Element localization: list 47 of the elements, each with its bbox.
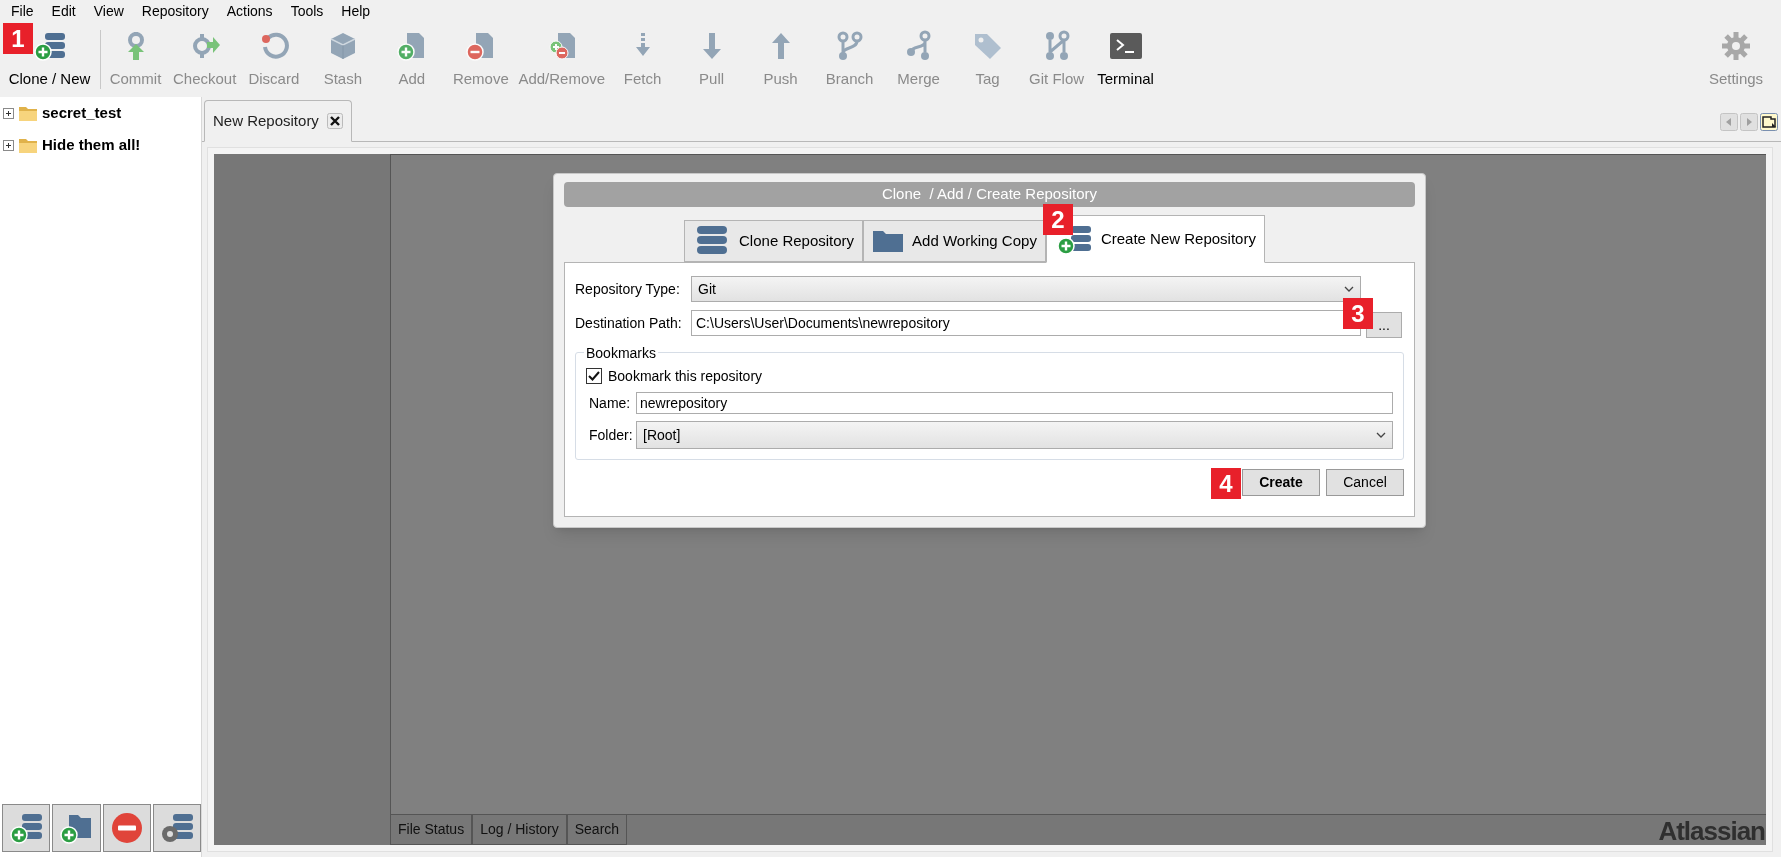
toolbar-button[interactable]: Terminal [1091, 22, 1161, 97]
step-marker: 4 [1211, 468, 1241, 499]
brand-logo: Atlassian [1658, 817, 1766, 845]
menu-item[interactable]: Edit [42, 0, 85, 22]
cancel-button[interactable]: Cancel [1326, 469, 1404, 496]
step-marker: 2 [1043, 204, 1073, 235]
sidebar-tool-button[interactable] [2, 804, 51, 852]
document-tab[interactable]: New Repository [204, 100, 352, 142]
view-tab[interactable]: File Status [390, 815, 473, 845]
bookmark-checkbox[interactable]: Bookmark this repository [586, 365, 1393, 387]
terminal-icon [1108, 30, 1143, 61]
expand-icon[interactable] [3, 139, 14, 151]
folder-icon [18, 104, 38, 122]
menu-item[interactable]: Actions [217, 0, 282, 22]
settings-icon [1720, 29, 1752, 62]
dialog-title: Clone / Add / Create Repository [564, 182, 1415, 207]
menu-item[interactable]: View [84, 0, 133, 22]
close-icon[interactable] [326, 113, 343, 129]
name-field[interactable]: newrepository [636, 392, 1393, 414]
step-marker: 1 [3, 23, 33, 54]
expand-icon[interactable] [3, 107, 14, 119]
step-marker: 3 [1343, 298, 1373, 329]
tree-item[interactable]: secret_test [42, 101, 122, 125]
dialog-tab[interactable]: Add Working Copy [863, 220, 1046, 262]
menu-item[interactable]: Help [332, 0, 380, 22]
sidebar-tool-button[interactable] [152, 804, 201, 852]
folder-icon [18, 136, 38, 154]
dialog-tab[interactable]: Clone Repository [684, 220, 864, 262]
field-label: Folder: [588, 425, 634, 445]
tab-list-icon[interactable] [1760, 113, 1778, 131]
menu-item[interactable]: Repository [132, 0, 218, 22]
sidebar-tool-button[interactable] [102, 804, 151, 852]
tree-item[interactable]: Hide them all! [42, 133, 141, 157]
view-tab[interactable]: Log / History [472, 815, 567, 845]
dropdown[interactable]: [Root] [636, 421, 1393, 449]
create-button[interactable]: Create [1242, 469, 1320, 496]
view-tab[interactable]: Search [566, 815, 628, 845]
chevron-down-icon [1344, 286, 1354, 292]
sidebar-tool-button[interactable] [52, 804, 101, 852]
menu-item[interactable]: File [2, 0, 43, 22]
dropdown[interactable]: Git [691, 276, 1361, 302]
field-label: Name: [588, 393, 632, 413]
field-label: Destination Path: [575, 313, 683, 333]
folder-icon [872, 228, 905, 254]
field-label: Repository Type: [575, 279, 681, 299]
menu-item[interactable]: Tools [281, 0, 333, 22]
chevron-down-icon [1376, 432, 1386, 438]
